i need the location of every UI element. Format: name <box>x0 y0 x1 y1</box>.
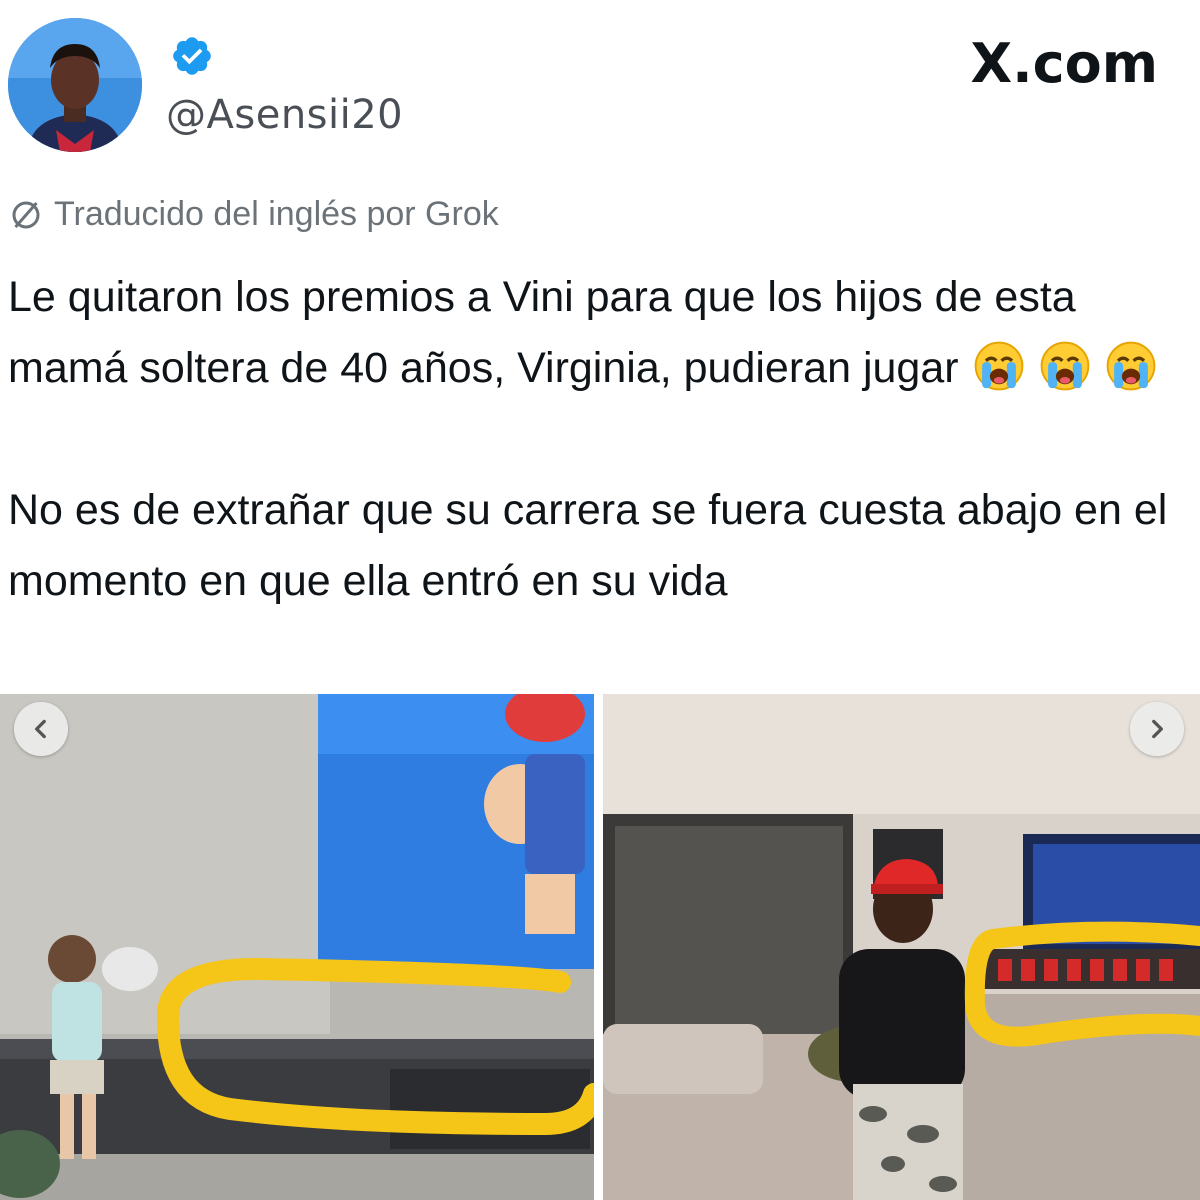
tweet-text: Le quitaron los premios a Vini para que … <box>8 262 1188 617</box>
carousel-next-button[interactable] <box>1130 702 1184 756</box>
carousel-prev-button[interactable] <box>14 702 68 756</box>
chevron-left-icon <box>35 719 46 739</box>
tweet-paragraph-1: Le quitaron los premios a Vini para que … <box>8 262 1188 404</box>
crying-face-icon <box>974 341 1023 391</box>
verified-badge-icon <box>173 37 211 75</box>
avatar[interactable] <box>8 18 142 152</box>
translation-note-text: Traducido del inglés por Grok <box>54 195 499 233</box>
tweet-paragraph-2: No es de extrañar que su carrera se fuer… <box>8 486 1168 605</box>
photo-child-tv[interactable] <box>0 694 594 1200</box>
crying-face-icon <box>1106 341 1155 391</box>
site-brand: X.com <box>970 32 1158 95</box>
chevron-right-icon <box>1152 719 1163 739</box>
photo-man-cap[interactable] <box>603 694 1200 1200</box>
translate-icon <box>12 201 40 228</box>
user-handle[interactable]: @Asensii20 <box>166 92 403 138</box>
translation-note[interactable]: Traducido del inglés por Grok <box>8 195 499 234</box>
crying-face-icon <box>1040 341 1089 391</box>
